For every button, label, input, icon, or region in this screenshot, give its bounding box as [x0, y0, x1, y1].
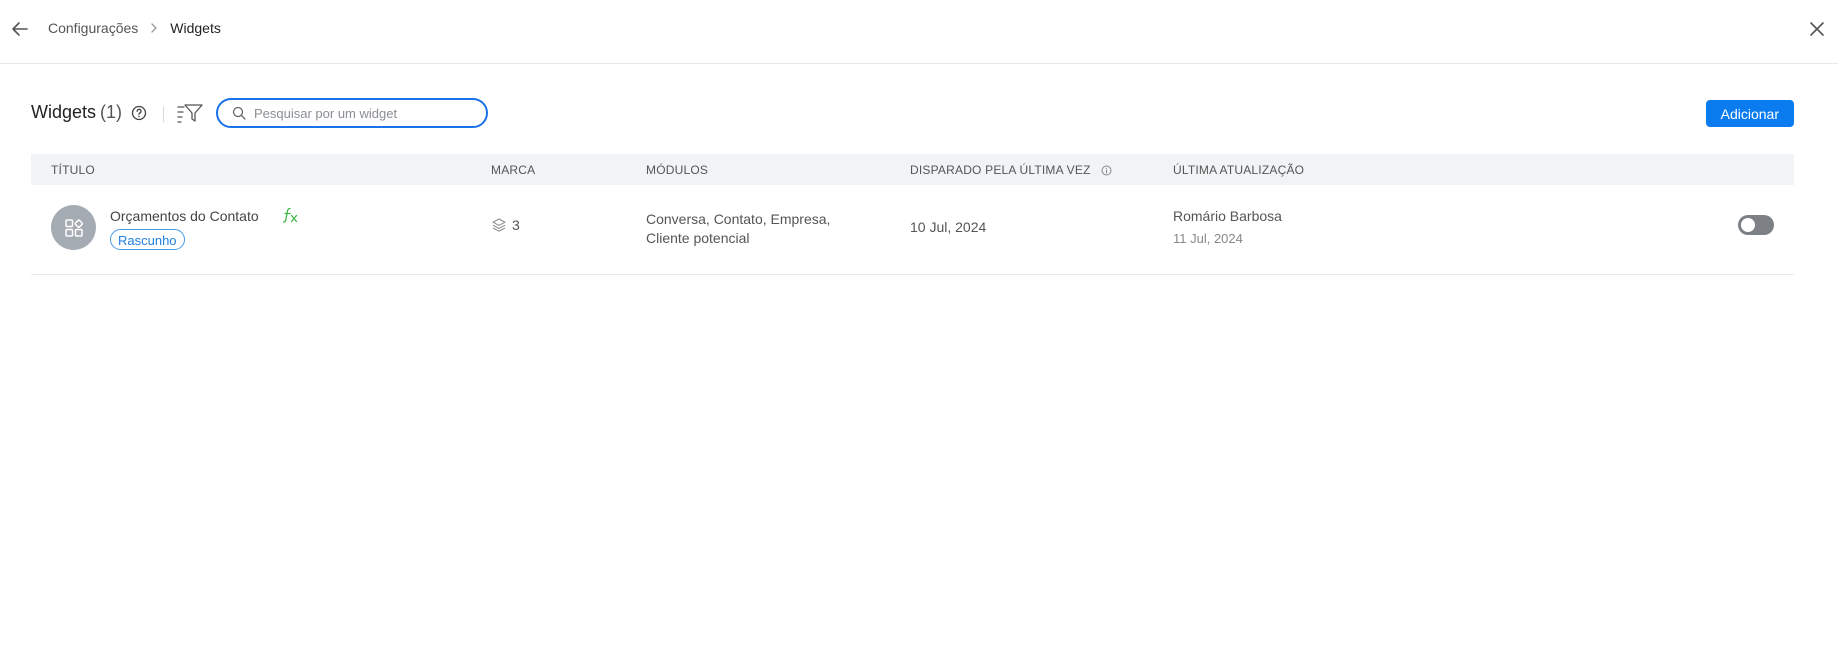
breadcrumb: Configurações Widgets [48, 20, 221, 36]
page-title: Widgets (1) [31, 102, 122, 123]
widgets-table: TÍTULO MARCA MÓDULOS DISPARADO PELA ÚLTI… [31, 154, 1794, 275]
updated-at-date: 11 Jul, 2024 [1173, 231, 1243, 246]
column-header-last-update: ÚLTIMA ATUALIZAÇÃO [1173, 163, 1305, 177]
modules-line-2: Cliente potencial [646, 230, 750, 246]
widget-count: (1) [100, 102, 123, 122]
column-header-last-fired: DISPARADO PELA ÚLTIMA VEZ [910, 163, 1112, 177]
status-badge: Rascunho [110, 229, 185, 250]
widget-avatar [51, 205, 96, 250]
brand-count: 3 [512, 217, 520, 233]
column-header-last-fired-label: DISPARADO PELA ÚLTIMA VEZ [910, 163, 1091, 177]
toolbar-divider [163, 106, 164, 122]
modules-cell: Conversa, Contato, Empresa, Cliente pote… [646, 210, 846, 248]
widget-grid-icon [64, 218, 83, 237]
fx-icon [282, 207, 298, 223]
breadcrumb-current: Widgets [170, 20, 221, 36]
info-icon[interactable] [1101, 165, 1112, 176]
brand-cell: 3 [491, 217, 520, 233]
column-header-brand: MARCA [491, 163, 536, 177]
chevron-right-icon [151, 23, 157, 33]
enable-toggle[interactable] [1738, 215, 1774, 235]
question-circle-icon[interactable] [131, 105, 147, 121]
widget-name[interactable]: Orçamentos do Contato [110, 208, 259, 224]
toolbar: Widgets(1) Adicionar [31, 97, 1794, 131]
add-widget-button[interactable]: Adicionar [1705, 100, 1794, 127]
breadcrumb-settings-link[interactable]: Configurações [48, 20, 138, 36]
arrow-left-icon[interactable] [8, 17, 32, 41]
layers-icon [492, 218, 506, 232]
toggle-knob [1741, 218, 1755, 232]
column-header-modules: MÓDULOS [646, 163, 709, 177]
column-header-title: TÍTULO [51, 163, 95, 177]
search-icon [232, 106, 246, 120]
filter-icon[interactable] [177, 102, 203, 124]
top-bar: Configurações Widgets [0, 0, 1838, 64]
page-title-text: Widgets [31, 102, 97, 122]
modules-line-1: Conversa, Contato, Empresa, [646, 211, 831, 227]
table-header: TÍTULO MARCA MÓDULOS DISPARADO PELA ÚLTI… [31, 154, 1794, 185]
close-icon[interactable] [1806, 18, 1828, 40]
updated-by-user: Romário Barbosa [1173, 208, 1282, 224]
search-box [216, 98, 488, 128]
search-input[interactable] [254, 105, 464, 121]
table-row[interactable]: Orçamentos do Contato Rascunho 3 Convers… [31, 185, 1794, 275]
last-fired-date: 10 Jul, 2024 [910, 219, 987, 235]
